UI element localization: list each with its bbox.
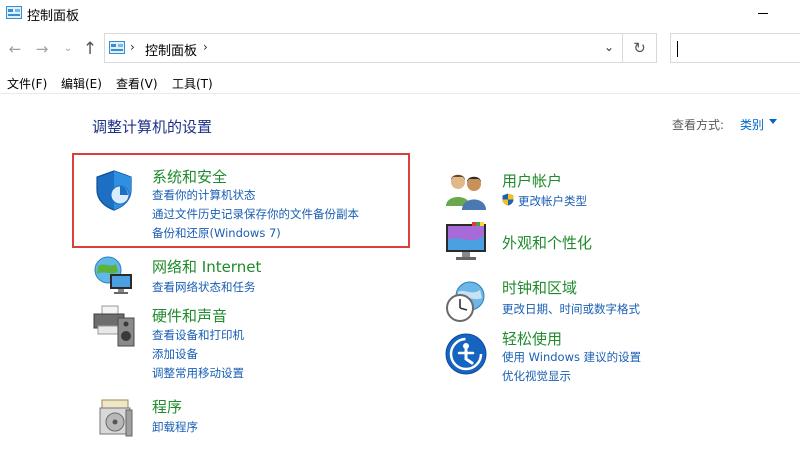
link-devices-printers[interactable]: 查看设备和打印机 — [152, 327, 244, 343]
up-button[interactable]: ↑ — [79, 38, 101, 60]
link-change-date-time-format[interactable]: 更改日期、时间或数字格式 — [502, 301, 640, 317]
menu-tools[interactable]: 工具(T) — [172, 75, 213, 92]
link-uninstall-program[interactable]: 卸载程序 — [152, 419, 198, 435]
category-clock-region[interactable]: 时钟和区域 — [502, 277, 577, 298]
breadcrumb-separator[interactable]: › — [203, 40, 208, 54]
control-panel-icon — [109, 41, 125, 54]
forward-button[interactable]: → — [31, 38, 53, 60]
shield-icon[interactable] — [92, 168, 136, 212]
category-network-internet[interactable]: 网络和 Internet — [152, 256, 261, 277]
menu-view[interactable]: 查看(V) — [116, 75, 158, 92]
page-title: 调整计算机的设置 — [92, 118, 213, 136]
link-add-device[interactable]: 添加设备 — [152, 346, 198, 362]
navigation-bar: ← → ⌄ ↑ › 控制面板 › ⌄ ↻ — [0, 30, 800, 68]
link-view-computer-status[interactable]: 查看你的计算机状态 — [152, 187, 256, 203]
uac-shield-icon — [502, 193, 514, 206]
address-bar[interactable]: › 控制面板 › ⌄ — [104, 33, 623, 63]
network-globe-icon[interactable] — [92, 254, 136, 298]
category-hardware-sound[interactable]: 硬件和声音 — [152, 305, 227, 326]
control-panel-icon — [6, 6, 22, 19]
view-by-arrow-icon[interactable] — [769, 119, 777, 124]
search-input[interactable] — [670, 33, 800, 63]
printer-icon[interactable] — [92, 304, 136, 348]
category-system-security[interactable]: 系统和安全 — [152, 166, 227, 187]
link-optimize-visual-display[interactable]: 优化视觉显示 — [502, 368, 571, 384]
view-by-label: 查看方式: — [672, 118, 725, 132]
programs-icon[interactable] — [94, 396, 138, 440]
recent-locations-button[interactable]: ⌄ — [57, 38, 79, 60]
category-user-accounts[interactable]: 用户帐户 — [502, 170, 562, 191]
title-bar: 控制面板 — [0, 0, 800, 30]
link-change-account-type[interactable]: 更改帐户类型 — [518, 193, 587, 209]
window-title: 控制面板 — [27, 9, 80, 24]
clock-globe-icon[interactable] — [444, 280, 488, 324]
category-ease-of-access[interactable]: 轻松使用 — [502, 328, 562, 349]
link-backup-restore[interactable]: 备份和还原(Windows 7) — [152, 225, 281, 241]
breadcrumb-separator[interactable]: › — [130, 40, 135, 54]
ease-of-access-icon[interactable] — [444, 332, 488, 376]
category-programs[interactable]: 程序 — [152, 396, 182, 417]
address-dropdown-icon[interactable]: ⌄ — [604, 40, 614, 54]
category-appearance-personalization[interactable]: 外观和个性化 — [502, 232, 592, 253]
menu-edit[interactable]: 编辑(E) — [61, 75, 102, 92]
view-by-dropdown[interactable]: 类别 — [740, 116, 764, 133]
breadcrumb-control-panel[interactable]: 控制面板 — [145, 40, 197, 59]
text-caret — [677, 41, 678, 57]
refresh-button[interactable]: ↻ — [623, 33, 657, 63]
back-button[interactable]: ← — [4, 38, 26, 60]
menu-file[interactable]: 文件(F) — [7, 75, 47, 92]
link-mobility-settings[interactable]: 调整常用移动设置 — [152, 365, 244, 381]
link-network-status[interactable]: 查看网络状态和任务 — [152, 279, 256, 295]
minimize-button[interactable] — [752, 2, 782, 22]
link-file-history[interactable]: 通过文件历史记录保存你的文件备份副本 — [152, 206, 359, 222]
monitor-icon[interactable] — [444, 220, 488, 264]
users-icon[interactable] — [444, 168, 488, 212]
menu-bar: 文件(F) 编辑(E) 查看(V) 工具(T) — [0, 70, 800, 94]
link-recommended-settings[interactable]: 使用 Windows 建议的设置 — [502, 349, 641, 365]
